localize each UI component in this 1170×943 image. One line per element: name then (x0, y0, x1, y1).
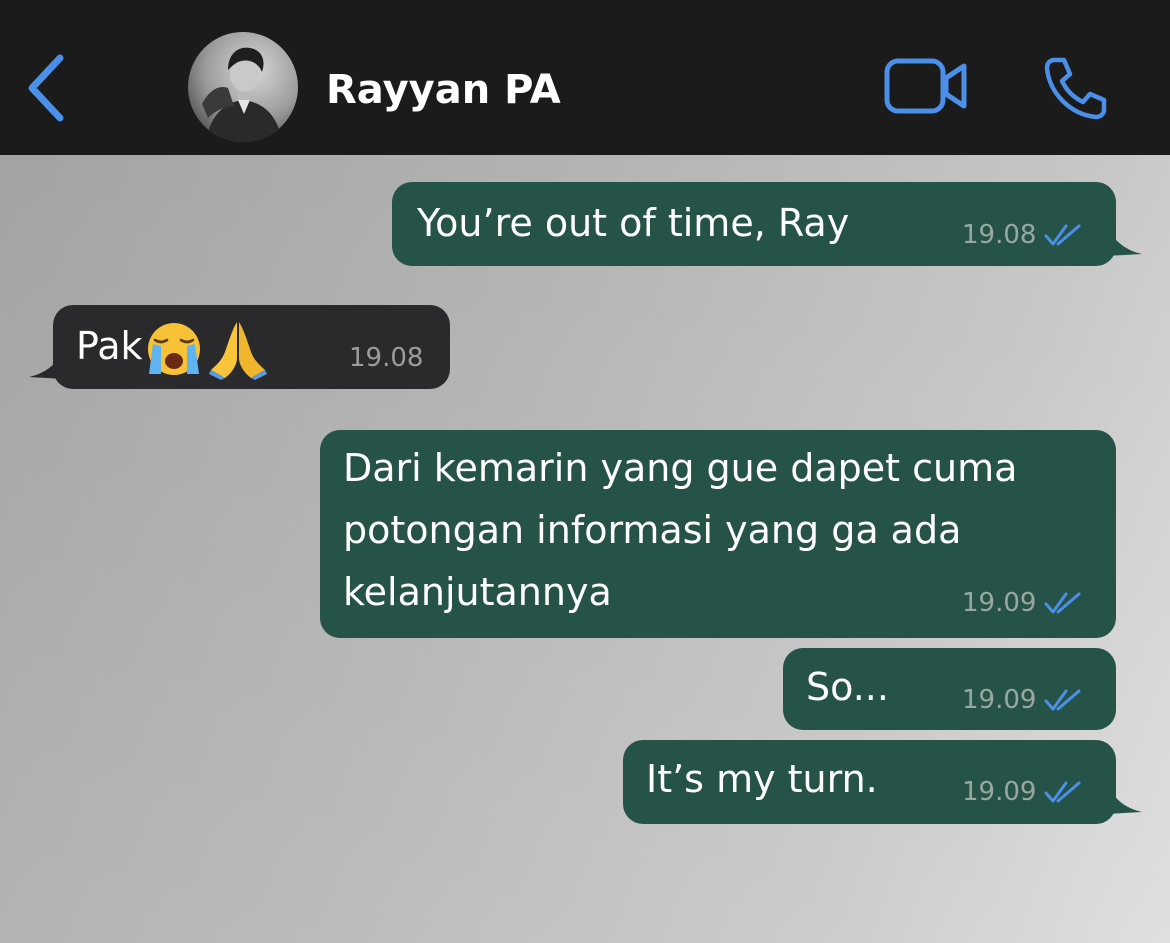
message-meta: 19.08 (962, 220, 1082, 250)
bubble-tail (1106, 784, 1142, 814)
message-text: You’re out of time, Ray (417, 201, 850, 245)
folded-hands-emoji (208, 321, 267, 380)
avatar-photo (188, 32, 298, 142)
double-check-icon (1044, 689, 1081, 711)
message-meta: 19.08 (349, 343, 423, 373)
message-meta: 19.09 (962, 685, 1082, 715)
message-meta: 19.09 (962, 588, 1082, 618)
voice-call-button[interactable] (1040, 54, 1110, 120)
message-text: So... (806, 665, 889, 709)
chevron-left-icon (28, 54, 64, 122)
message-text-word: Pak (76, 324, 143, 368)
message-time: 19.09 (962, 685, 1037, 715)
message-text: It’s my turn. (646, 757, 878, 801)
avatar[interactable] (188, 32, 298, 142)
message-text-line-3: kelanjutannya (343, 570, 612, 614)
chat-header: Rayyan PA (0, 0, 1170, 155)
back-button[interactable] (22, 50, 74, 126)
message-text-line-1: Dari kemarin yang gue dapet cuma (343, 446, 1018, 490)
message-meta: 19.09 (962, 777, 1082, 807)
bubble-tail (1106, 226, 1142, 256)
message-text-line-2: potongan informasi yang ga ada (343, 508, 962, 552)
crying-face-emoji (147, 322, 200, 375)
chat-area[interactable]: You’re out of time, Ray 19.08 Pak 19.08 … (0, 155, 1170, 943)
message-bubble-outgoing[interactable]: You’re out of time, Ray 19.08 (392, 182, 1142, 266)
contact-name[interactable]: Rayyan PA (326, 64, 561, 116)
message-bubble-outgoing[interactable]: Dari kemarin yang gue dapet cuma potonga… (320, 430, 1116, 638)
double-check-icon (1044, 224, 1081, 246)
bubble-tail (29, 349, 65, 379)
message-time: 19.08 (962, 220, 1037, 250)
message-text: Pak (76, 315, 269, 380)
double-check-icon (1044, 592, 1081, 614)
message-bubble-outgoing[interactable]: It’s my turn. 19.09 (623, 740, 1142, 824)
video-call-button[interactable] (882, 56, 972, 116)
message-time: 19.09 (962, 777, 1037, 807)
double-check-icon (1044, 781, 1081, 803)
video-camera-icon (884, 58, 967, 114)
message-time: 19.08 (349, 343, 424, 373)
message-bubble-incoming[interactable]: Pak 19.08 (29, 305, 450, 389)
phone-icon (1044, 57, 1107, 120)
message-bubble-outgoing[interactable]: So... 19.09 (783, 648, 1116, 730)
message-time: 19.09 (962, 588, 1037, 618)
